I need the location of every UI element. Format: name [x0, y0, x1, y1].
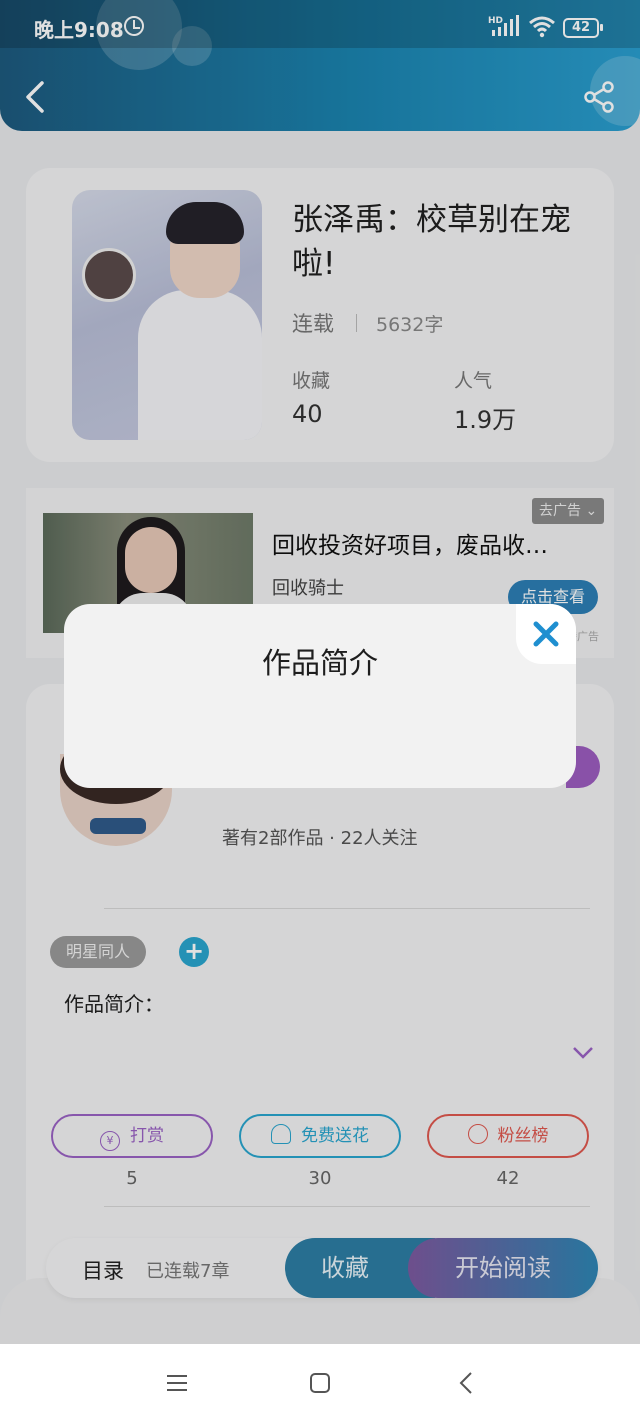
close-icon — [533, 621, 559, 647]
system-nav-bar — [0, 1344, 640, 1422]
dialog-title: 作品简介 — [261, 646, 378, 680]
close-button[interactable] — [516, 604, 576, 664]
back-icon[interactable] — [452, 1368, 482, 1398]
home-icon[interactable] — [305, 1368, 335, 1398]
menu-icon[interactable] — [162, 1368, 192, 1398]
intro-dialog: 作品简介 — [64, 604, 576, 788]
